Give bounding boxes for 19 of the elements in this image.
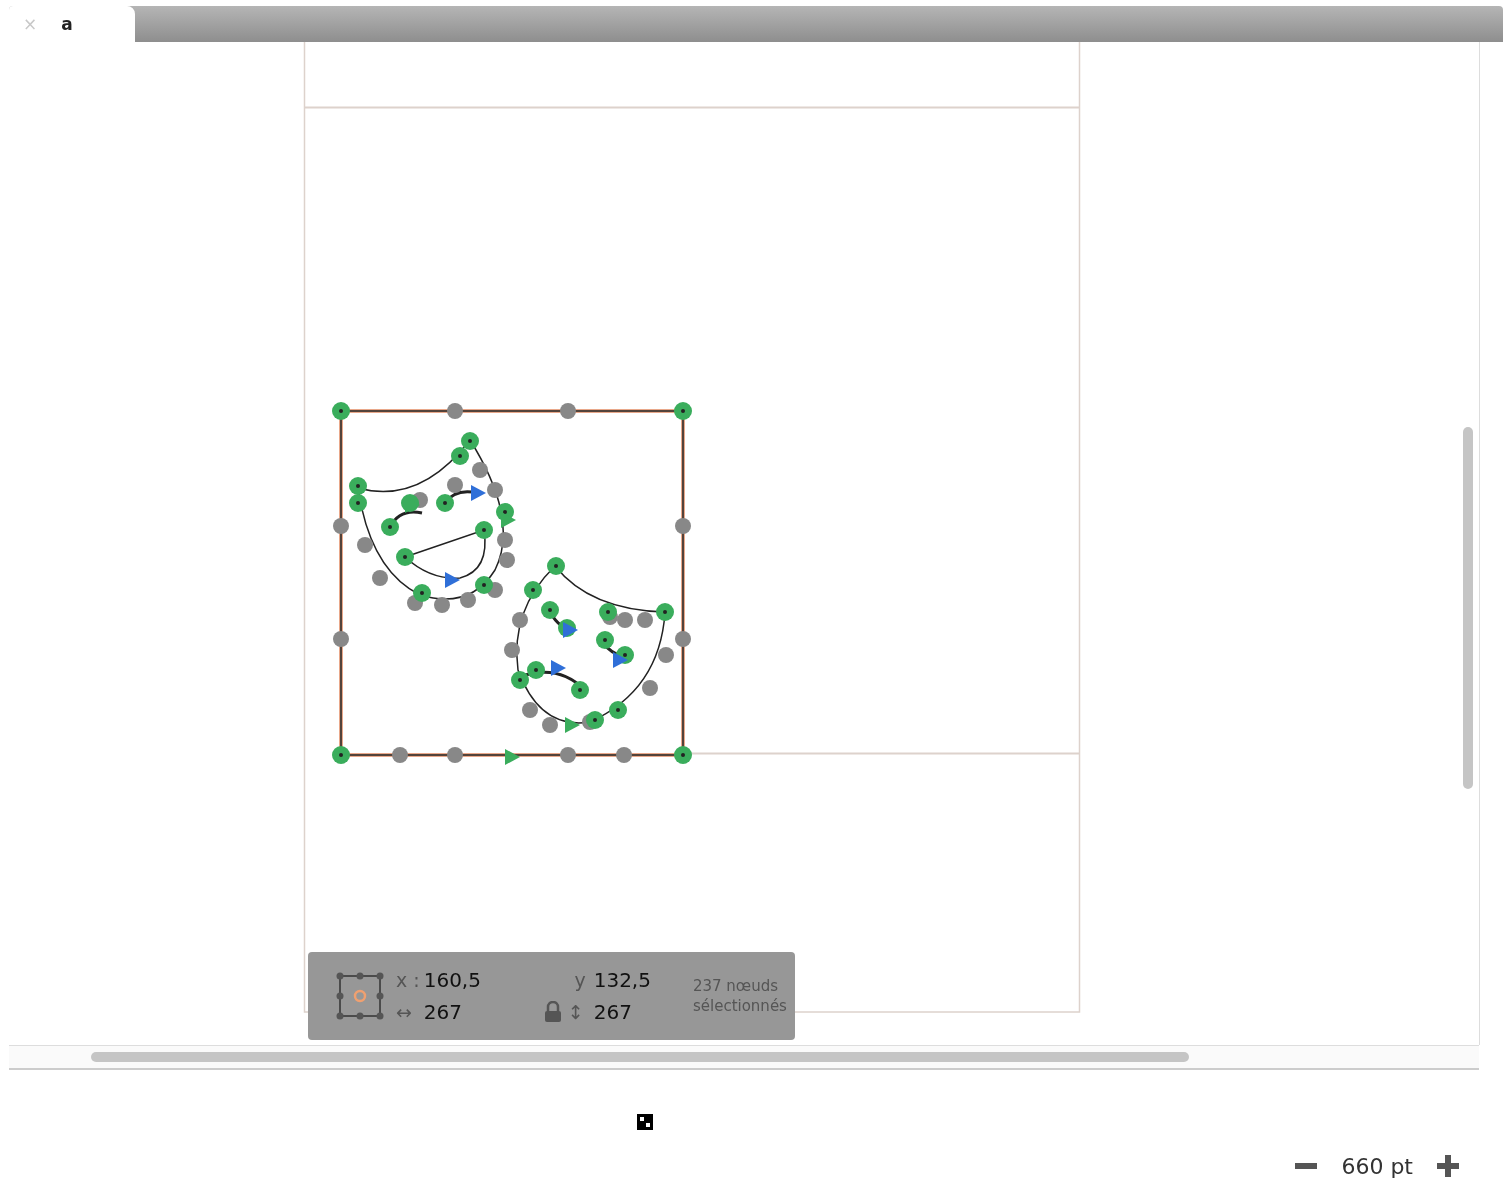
vertical-scrollbar[interactable] — [1463, 427, 1473, 789]
horizontal-scrollbar[interactable] — [91, 1052, 1189, 1062]
height-value[interactable]: 267 — [593, 1000, 651, 1024]
theatre-masks-drawing[interactable] — [332, 402, 692, 765]
width-label: ↔ — [396, 1001, 413, 1023]
lock-icon[interactable] — [543, 1001, 562, 1023]
navigator-icon[interactable] — [637, 1114, 653, 1130]
minus-icon — [1295, 1163, 1318, 1169]
width-value[interactable]: 267 — [423, 1000, 534, 1024]
y-label: y — [573, 969, 587, 991]
x-value[interactable]: 160,5 — [423, 968, 534, 992]
y-value[interactable]: 132,5 — [593, 968, 651, 992]
height-label: ↕ — [567, 1001, 585, 1023]
document-tab[interactable]: × a — [9, 6, 135, 42]
selection-count: 237 nœuds sélectionnés — [692, 975, 788, 1017]
bounding-box-icon[interactable] — [334, 970, 386, 1022]
plus-icon — [1437, 1155, 1459, 1177]
zoom-value: 660 pt — [1341, 1153, 1413, 1179]
x-label: x : — [396, 969, 421, 991]
